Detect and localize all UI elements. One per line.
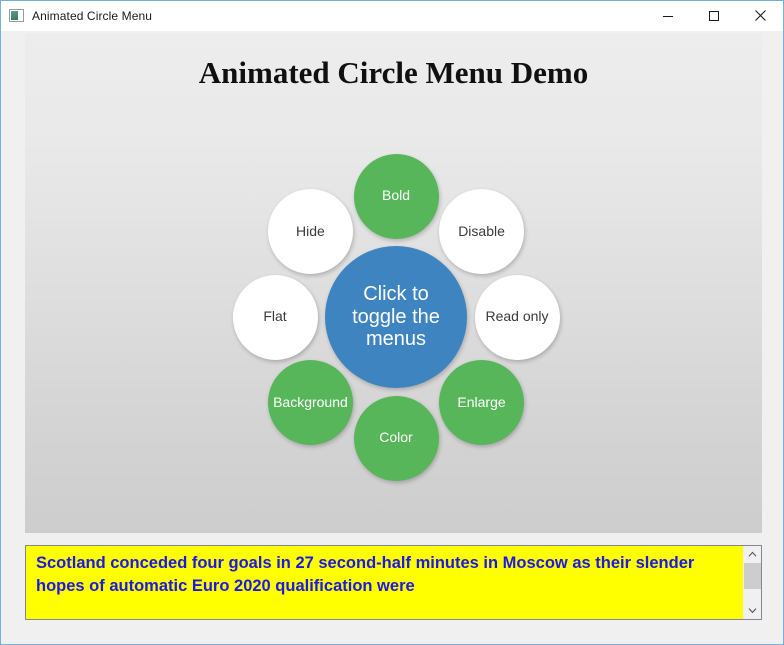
title-bar: Animated Circle Menu: [1, 1, 783, 31]
close-icon: [754, 10, 766, 21]
circle-menu-item-hide[interactable]: Hide: [267, 188, 353, 274]
maximize-icon: [709, 10, 719, 21]
window-title: Animated Circle Menu: [32, 8, 153, 23]
news-textbox-value[interactable]: Scotland conceded four goals in 27 secon…: [26, 546, 743, 619]
circle-menu-item-enlarge[interactable]: Enlarge: [439, 360, 525, 446]
circle-menu: Click to toggle the menus Bold Disable Rea…: [25, 33, 762, 533]
scrollbar-down-button[interactable]: [744, 602, 761, 619]
news-textbox[interactable]: Scotland conceded four goals in 27 secon…: [25, 545, 762, 620]
scrollbar-track[interactable]: [744, 563, 761, 602]
demo-panel: Animated Circle Menu Demo Click to toggl…: [25, 33, 762, 533]
circle-menu-center-button[interactable]: Click to toggle the menus: [325, 246, 467, 388]
circle-menu-item-background[interactable]: Background: [267, 360, 353, 446]
circle-menu-item-color[interactable]: Color: [353, 395, 439, 481]
minimize-button[interactable]: [645, 1, 691, 30]
client-area: Animated Circle Menu Demo Click to toggl…: [1, 31, 783, 644]
close-button[interactable]: [737, 1, 783, 30]
textbox-scrollbar[interactable]: [743, 546, 761, 619]
circle-menu-item-flat[interactable]: Flat: [232, 274, 318, 360]
circle-menu-item-bold[interactable]: Bold: [353, 153, 439, 239]
scrollbar-thumb[interactable]: [744, 563, 761, 589]
chevron-down-icon: [748, 608, 757, 614]
circle-menu-item-read-only[interactable]: Read only: [474, 274, 560, 360]
scrollbar-up-button[interactable]: [744, 546, 761, 563]
chevron-up-icon: [748, 551, 757, 557]
application-window: Animated Circle Menu Animated Circle Men…: [0, 0, 784, 645]
circle-menu-item-disable[interactable]: Disable: [439, 188, 525, 274]
minimize-icon: [663, 15, 673, 17]
window-image-icon: [9, 8, 25, 24]
maximize-button[interactable]: [691, 1, 737, 30]
window-controls: [645, 1, 783, 30]
